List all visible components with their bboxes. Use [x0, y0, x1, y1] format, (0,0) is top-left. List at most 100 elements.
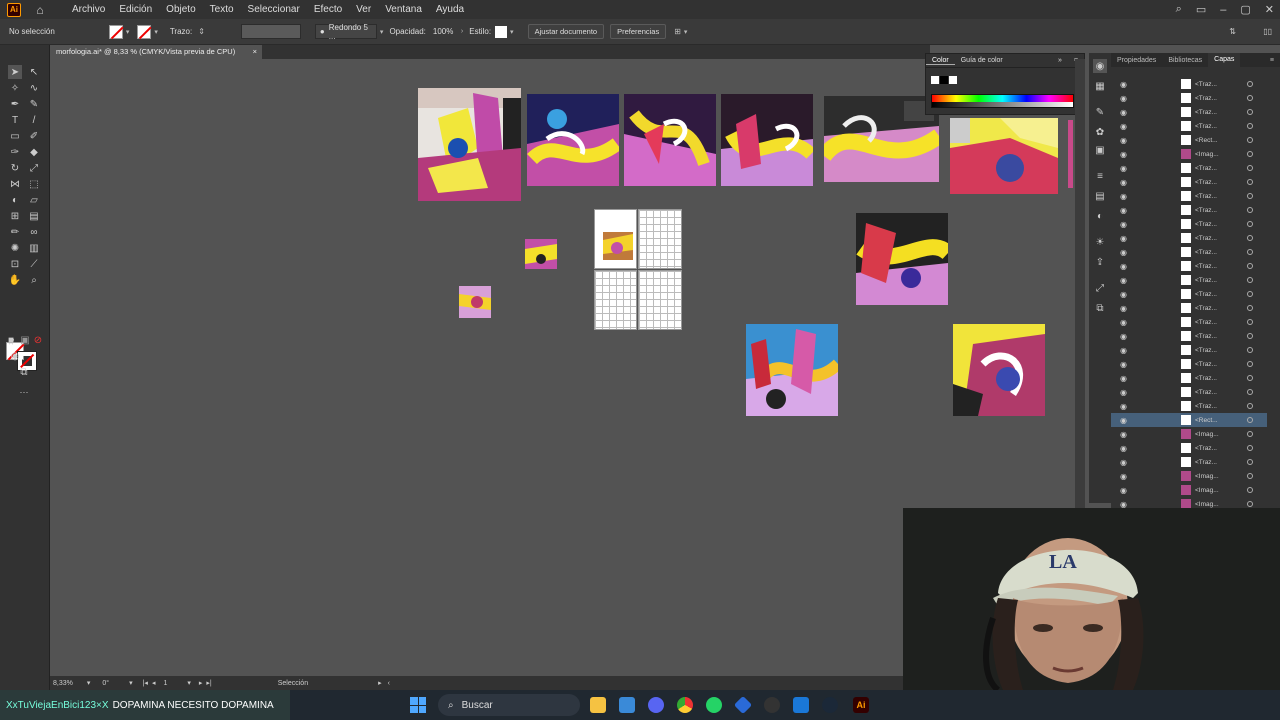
target-circle-icon[interactable]: [1247, 305, 1253, 311]
visibility-eye-icon[interactable]: ◉: [1120, 402, 1127, 411]
next-artboard-icon[interactable]: ▸: [199, 679, 203, 687]
layer-row[interactable]: ◉ <Traz...: [1111, 315, 1267, 329]
chevron-down-icon[interactable]: ▾: [380, 28, 384, 36]
layer-row[interactable]: ◉ <Traz...: [1111, 273, 1267, 287]
canvas-image[interactable]: [525, 239, 557, 269]
graph-tool-icon[interactable]: ▥: [27, 241, 41, 255]
tab-layers[interactable]: Capas: [1208, 53, 1241, 67]
target-circle-icon[interactable]: [1247, 263, 1253, 269]
chevron-down-icon[interactable]: ▾: [87, 679, 91, 687]
layer-row[interactable]: ◉ <Traz...: [1111, 357, 1267, 371]
stroke-swatch[interactable]: [137, 24, 152, 39]
none-mode-icon[interactable]: ⊘: [31, 333, 45, 347]
collapse-panel-icon[interactable]: »: [1052, 57, 1068, 64]
stepper-icon[interactable]: ⇕: [198, 27, 205, 36]
magic-wand-tool-icon[interactable]: ✧: [8, 81, 22, 95]
target-circle-icon[interactable]: [1247, 333, 1253, 339]
target-circle-icon[interactable]: [1247, 291, 1253, 297]
artboard[interactable]: [638, 270, 682, 330]
canvas-image[interactable]: [950, 118, 1058, 194]
rotation-value[interactable]: 0°: [102, 680, 109, 687]
layer-row[interactable]: ◉ <Traz...: [1111, 175, 1267, 189]
panel-menu-icon[interactable]: ≡: [1264, 57, 1280, 64]
more-tools-icon[interactable]: ···: [17, 385, 31, 399]
target-circle-icon[interactable]: [1247, 235, 1253, 241]
file-explorer-icon[interactable]: [590, 697, 606, 713]
menu-texto[interactable]: Texto: [203, 0, 241, 19]
artboard-number[interactable]: 1: [163, 680, 167, 687]
visibility-eye-icon[interactable]: ◉: [1120, 318, 1127, 327]
tab-properties[interactable]: Propiedades: [1111, 57, 1162, 64]
layer-row[interactable]: ◉ <Traz...: [1111, 287, 1267, 301]
canvas-image-partial[interactable]: [1068, 120, 1073, 188]
layer-row[interactable]: ◉ <Traz...: [1111, 441, 1267, 455]
brushes-icon[interactable]: ✎: [1093, 105, 1107, 119]
store-icon[interactable]: [793, 697, 809, 713]
chevron-down-icon[interactable]: ▾: [684, 28, 688, 36]
menu-ayuda[interactable]: Ayuda: [429, 0, 471, 19]
maximize-icon[interactable]: ▢: [1240, 3, 1250, 16]
menu-edicion[interactable]: Edición: [112, 0, 159, 19]
whatsapp-icon[interactable]: [706, 697, 722, 713]
canvas-image[interactable]: [953, 324, 1045, 416]
layer-row[interactable]: ◉ <Traz...: [1111, 245, 1267, 259]
target-circle-icon[interactable]: [1247, 277, 1253, 283]
blend-tool-icon[interactable]: ∞: [27, 225, 41, 239]
transparency-icon[interactable]: ◐: [1093, 209, 1107, 223]
menu-efecto[interactable]: Efecto: [307, 0, 349, 19]
free-transform-tool-icon[interactable]: ⬚: [27, 177, 41, 191]
screen-mode-icon[interactable]: ⧉: [17, 365, 31, 379]
panel-toggle-icon[interactable]: ▯▯: [1263, 27, 1272, 36]
align-icon[interactable]: ⊞: [674, 27, 681, 36]
first-artboard-icon[interactable]: |◂: [143, 679, 148, 687]
target-circle-icon[interactable]: [1247, 389, 1253, 395]
color-panel-icon[interactable]: ◉: [1093, 59, 1107, 73]
artboard[interactable]: [594, 270, 637, 330]
target-circle-icon[interactable]: [1247, 403, 1253, 409]
visibility-eye-icon[interactable]: ◉: [1120, 94, 1127, 103]
visibility-eye-icon[interactable]: ◉: [1120, 150, 1127, 159]
target-circle-icon[interactable]: [1247, 109, 1253, 115]
shaper-tool-icon[interactable]: ✑: [8, 145, 22, 159]
visibility-eye-icon[interactable]: ◉: [1120, 262, 1127, 271]
target-circle-icon[interactable]: [1247, 459, 1253, 465]
layer-row[interactable]: ◉ <Rect...: [1111, 413, 1267, 427]
canvas-image[interactable]: [459, 286, 491, 318]
visibility-eye-icon[interactable]: ◉: [1120, 332, 1127, 341]
visibility-eye-icon[interactable]: ◉: [1120, 360, 1127, 369]
tab-color[interactable]: Color: [926, 57, 955, 65]
lasso-tool-icon[interactable]: ∿: [27, 81, 41, 95]
visibility-eye-icon[interactable]: ◉: [1120, 206, 1127, 215]
mesh-tool-icon[interactable]: ⊞: [8, 209, 22, 223]
zoom-level[interactable]: 8,33%: [53, 680, 73, 687]
visibility-eye-icon[interactable]: ◉: [1120, 430, 1127, 439]
menu-ventana[interactable]: Ventana: [378, 0, 429, 19]
stroke-panel-icon[interactable]: ≡: [1093, 169, 1107, 183]
layer-row[interactable]: ◉ <Traz...: [1111, 231, 1267, 245]
hand-tool-icon[interactable]: ✋: [8, 273, 22, 287]
visibility-eye-icon[interactable]: ◉: [1120, 80, 1127, 89]
search-icon[interactable]: ⌕: [1176, 3, 1182, 16]
layer-row[interactable]: ◉ <Imag...: [1111, 147, 1267, 161]
target-circle-icon[interactable]: [1247, 347, 1253, 353]
visibility-eye-icon[interactable]: ◉: [1120, 416, 1127, 425]
selection-tool-icon[interactable]: ➤: [8, 65, 22, 79]
white-swatch[interactable]: [949, 76, 957, 84]
visibility-eye-icon[interactable]: ◉: [1120, 346, 1127, 355]
target-circle-icon[interactable]: [1247, 319, 1253, 325]
visibility-eye-icon[interactable]: ◉: [1120, 178, 1127, 187]
minimize-icon[interactable]: –: [1220, 4, 1226, 16]
windows-start-icon[interactable]: [410, 697, 426, 713]
layer-row[interactable]: ◉ <Traz...: [1111, 189, 1267, 203]
chevron-down-icon[interactable]: ▾: [187, 679, 191, 687]
paintbrush-tool-icon[interactable]: ✐: [27, 129, 41, 143]
menu-archivo[interactable]: Archivo: [65, 0, 112, 19]
eraser-tool-icon[interactable]: ◆: [27, 145, 41, 159]
line-tool-icon[interactable]: /: [27, 113, 41, 127]
layer-row[interactable]: ◉ <Traz...: [1111, 329, 1267, 343]
target-circle-icon[interactable]: [1247, 179, 1253, 185]
target-circle-icon[interactable]: [1247, 123, 1253, 129]
canvas-image[interactable]: [527, 94, 619, 186]
visibility-eye-icon[interactable]: ◉: [1120, 276, 1127, 285]
menu-objeto[interactable]: Objeto: [159, 0, 202, 19]
